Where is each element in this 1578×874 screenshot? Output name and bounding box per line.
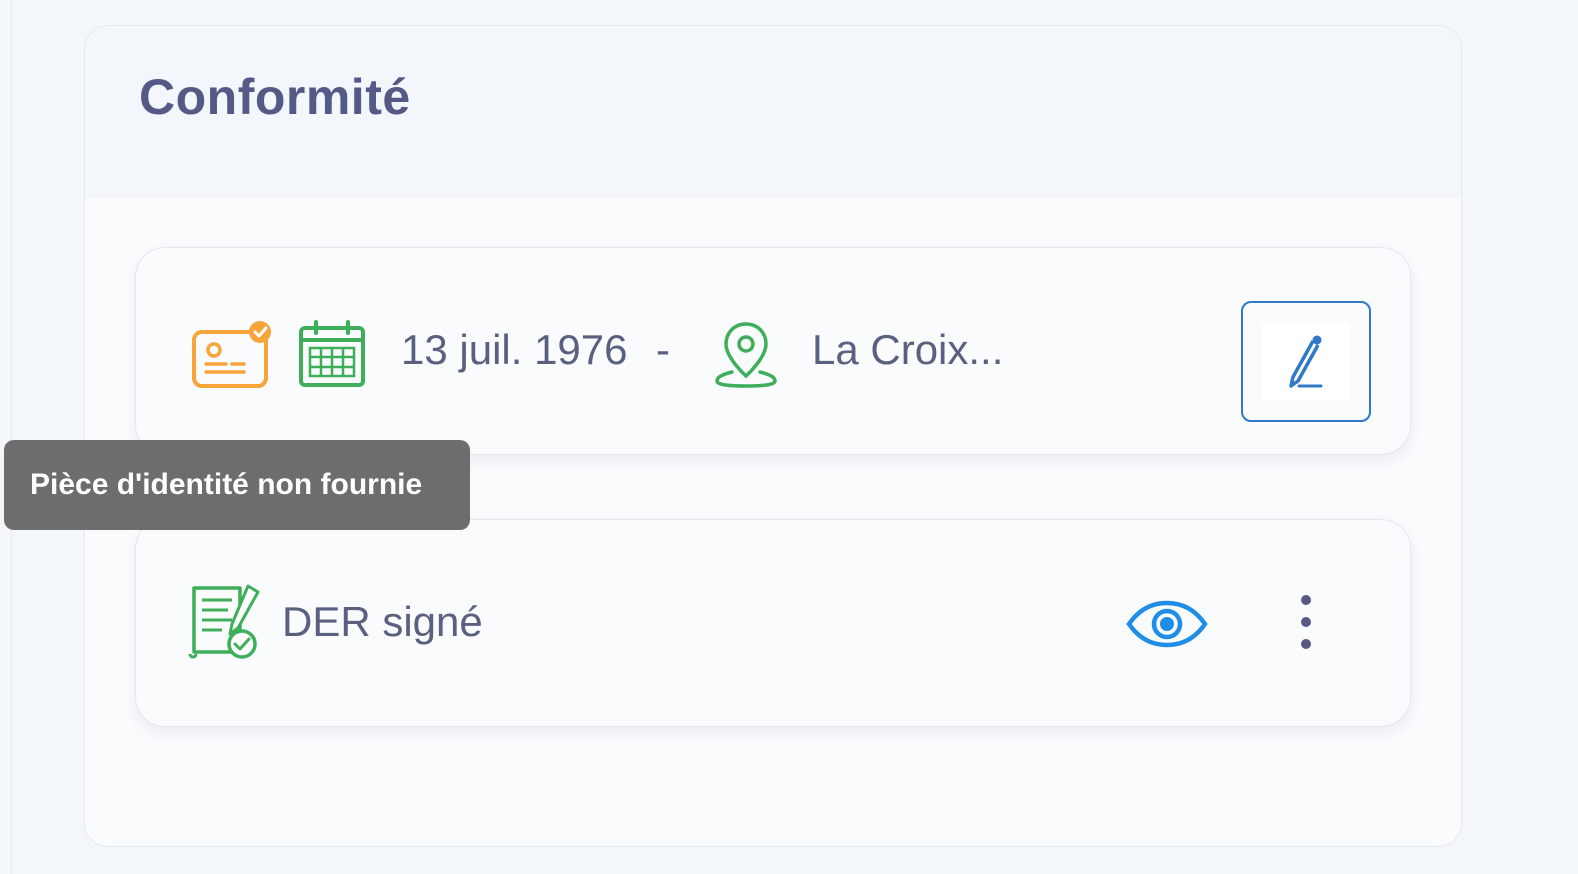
edit-button[interactable] xyxy=(1241,301,1371,422)
signed-document-icon xyxy=(188,584,260,659)
pencil-icon xyxy=(1289,335,1323,388)
edit-button-inner xyxy=(1262,322,1350,401)
birth-place: La Croix... xyxy=(812,326,1004,373)
id-card-icon xyxy=(192,321,271,388)
location-pin-icon xyxy=(715,322,777,388)
identity-row: 13 juil. 1976 - La Croix... xyxy=(135,247,1411,455)
left-panel-edge xyxy=(0,0,12,874)
signed-document-row: DER signé xyxy=(135,519,1411,727)
calendar-icon xyxy=(299,320,365,387)
id-missing-tooltip: Pièce d'identité non fournie xyxy=(4,440,470,530)
card-header: Conformité xyxy=(85,26,1461,198)
more-vertical-icon[interactable] xyxy=(1294,592,1318,652)
compliance-card: Conformité 13 juil. 1976 - La Croix... D… xyxy=(84,25,1462,847)
document-label: DER signé xyxy=(282,598,483,645)
birth-date: 13 juil. 1976 xyxy=(401,326,628,373)
eye-icon[interactable] xyxy=(1126,600,1208,648)
separator: - xyxy=(656,326,670,373)
card-title: Conformité xyxy=(139,69,411,125)
